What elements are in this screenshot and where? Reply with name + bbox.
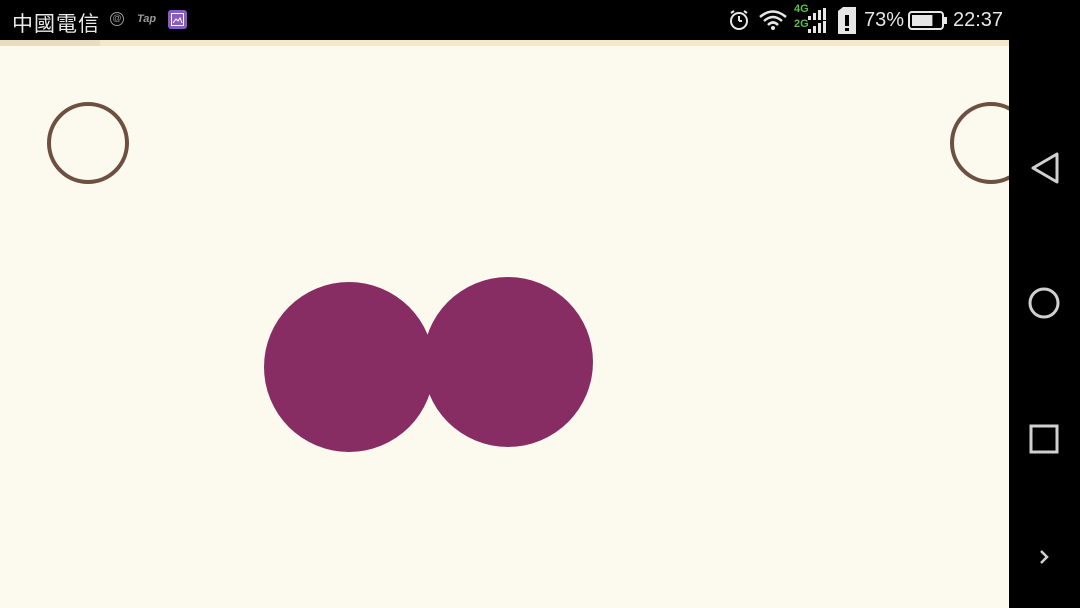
navigation-bar — [1009, 40, 1080, 608]
left-ring-button[interactable] — [47, 102, 129, 184]
battery-percentage: 73% — [864, 9, 905, 31]
recent-apps-button[interactable] — [1009, 404, 1080, 474]
recent-apps-icon — [1029, 424, 1059, 454]
carrier-name: 中國電信 — [12, 12, 100, 36]
app-canvas[interactable] — [0, 40, 1009, 608]
back-icon — [1031, 152, 1059, 184]
right-purple-circle[interactable] — [423, 277, 593, 447]
top-strip-corner — [0, 40, 100, 46]
left-purple-circle[interactable] — [264, 282, 434, 452]
clock: 22:37 — [953, 9, 1004, 31]
expand-nav-button[interactable] — [1009, 521, 1080, 591]
wifi-icon — [758, 9, 788, 36]
alarm-clock-icon — [728, 9, 750, 36]
gallery-icon — [168, 10, 187, 29]
home-icon — [1028, 287, 1060, 319]
sim-alert-icon — [836, 7, 858, 40]
back-button[interactable] — [1009, 133, 1080, 203]
home-button[interactable] — [1009, 268, 1080, 338]
cell-signal-icon — [806, 8, 828, 39]
chevron-right-icon — [1040, 550, 1049, 564]
status-bar: 中國電信 @ Tap 4G 2G 73% 22:37 — [0, 0, 1080, 40]
battery-icon — [908, 11, 948, 36]
top-strip — [0, 40, 1009, 46]
right-ring-button[interactable] — [950, 102, 1009, 184]
tap-icon: Tap — [137, 13, 157, 25]
at-sign-icon: @ — [110, 12, 124, 26]
